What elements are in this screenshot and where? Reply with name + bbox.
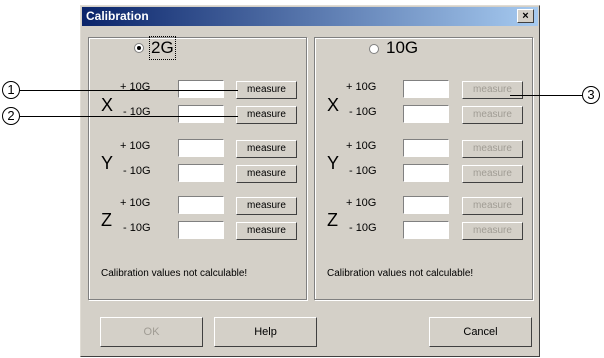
z-minus-field[interactable] [178,221,224,239]
x-minus-measure-button-10g[interactable]: measure [462,106,523,124]
x-minus-field-10g[interactable] [403,105,449,123]
callout-1: 1 [2,81,20,99]
x-minus-field[interactable] [178,105,224,123]
radio-2g-label[interactable]: 2G [149,36,176,60]
x-plus-field-10g[interactable] [403,80,449,98]
z-plus-label: + 10G [120,197,151,209]
radio-10g[interactable] [369,44,379,54]
title-bar [82,7,538,26]
cancel-button[interactable]: Cancel [429,317,532,347]
axis-z-label: Z [101,210,112,230]
callout-3-line [510,95,582,96]
callout-2: 2 [2,107,20,125]
callout-3: 3 [582,86,600,104]
y-plus-measure-button-10g[interactable]: measure [462,140,523,158]
x-plus-label-10g: + 10G [346,81,377,93]
callout-1-line [20,90,238,91]
z-minus-label: - 10G [123,222,151,234]
y-minus-measure-button[interactable]: measure [236,165,297,183]
z-plus-measure-button[interactable]: measure [236,197,297,215]
y-minus-field-10g[interactable] [403,164,449,182]
x-minus-measure-button[interactable]: measure [236,106,297,124]
help-button[interactable]: Help [214,317,317,347]
x-minus-label-10g: - 10G [349,106,377,118]
axis-x-label-10g: X [327,95,340,115]
y-minus-field[interactable] [178,164,224,182]
y-minus-measure-button-10g[interactable]: measure [462,165,523,183]
z-minus-field-10g[interactable] [403,221,449,239]
y-plus-field-10g[interactable] [403,139,449,157]
z-minus-label-10g: - 10G [349,222,377,234]
radio-10g-label[interactable]: 10G [386,38,418,58]
axis-y-label: Y [101,153,114,173]
y-plus-label-10g: + 10G [346,140,377,152]
x-plus-measure-button-10g[interactable]: measure [462,81,523,99]
window-title: Calibration [86,9,149,23]
z-plus-measure-button-10g[interactable]: measure [462,197,523,215]
y-minus-label: - 10G [123,165,151,177]
y-plus-field[interactable] [178,139,224,157]
y-plus-measure-button[interactable]: measure [236,140,297,158]
z-plus-field-10g[interactable] [403,196,449,214]
axis-x-label: X [101,95,114,115]
y-plus-label: + 10G [120,140,151,152]
z-plus-field[interactable] [178,196,224,214]
ok-button[interactable]: OK [100,317,203,347]
z-minus-measure-button[interactable]: measure [236,222,297,240]
radio-2g[interactable] [134,43,144,53]
status-text-2g: Calibration values not calculable! [101,268,248,279]
x-plus-label: + 10G [120,81,151,93]
y-minus-label-10g: - 10G [349,165,377,177]
radio-dot [137,46,141,50]
status-text-10g: Calibration values not calculable! [327,268,474,279]
x-plus-field[interactable] [178,80,224,98]
x-plus-measure-button[interactable]: measure [236,81,297,99]
close-button[interactable]: × [517,9,534,23]
callout-2-line [20,116,238,117]
z-minus-measure-button-10g[interactable]: measure [462,222,523,240]
axis-y-label-10g: Y [327,153,340,173]
axis-z-label-10g: Z [327,210,338,230]
z-plus-label-10g: + 10G [346,197,377,209]
